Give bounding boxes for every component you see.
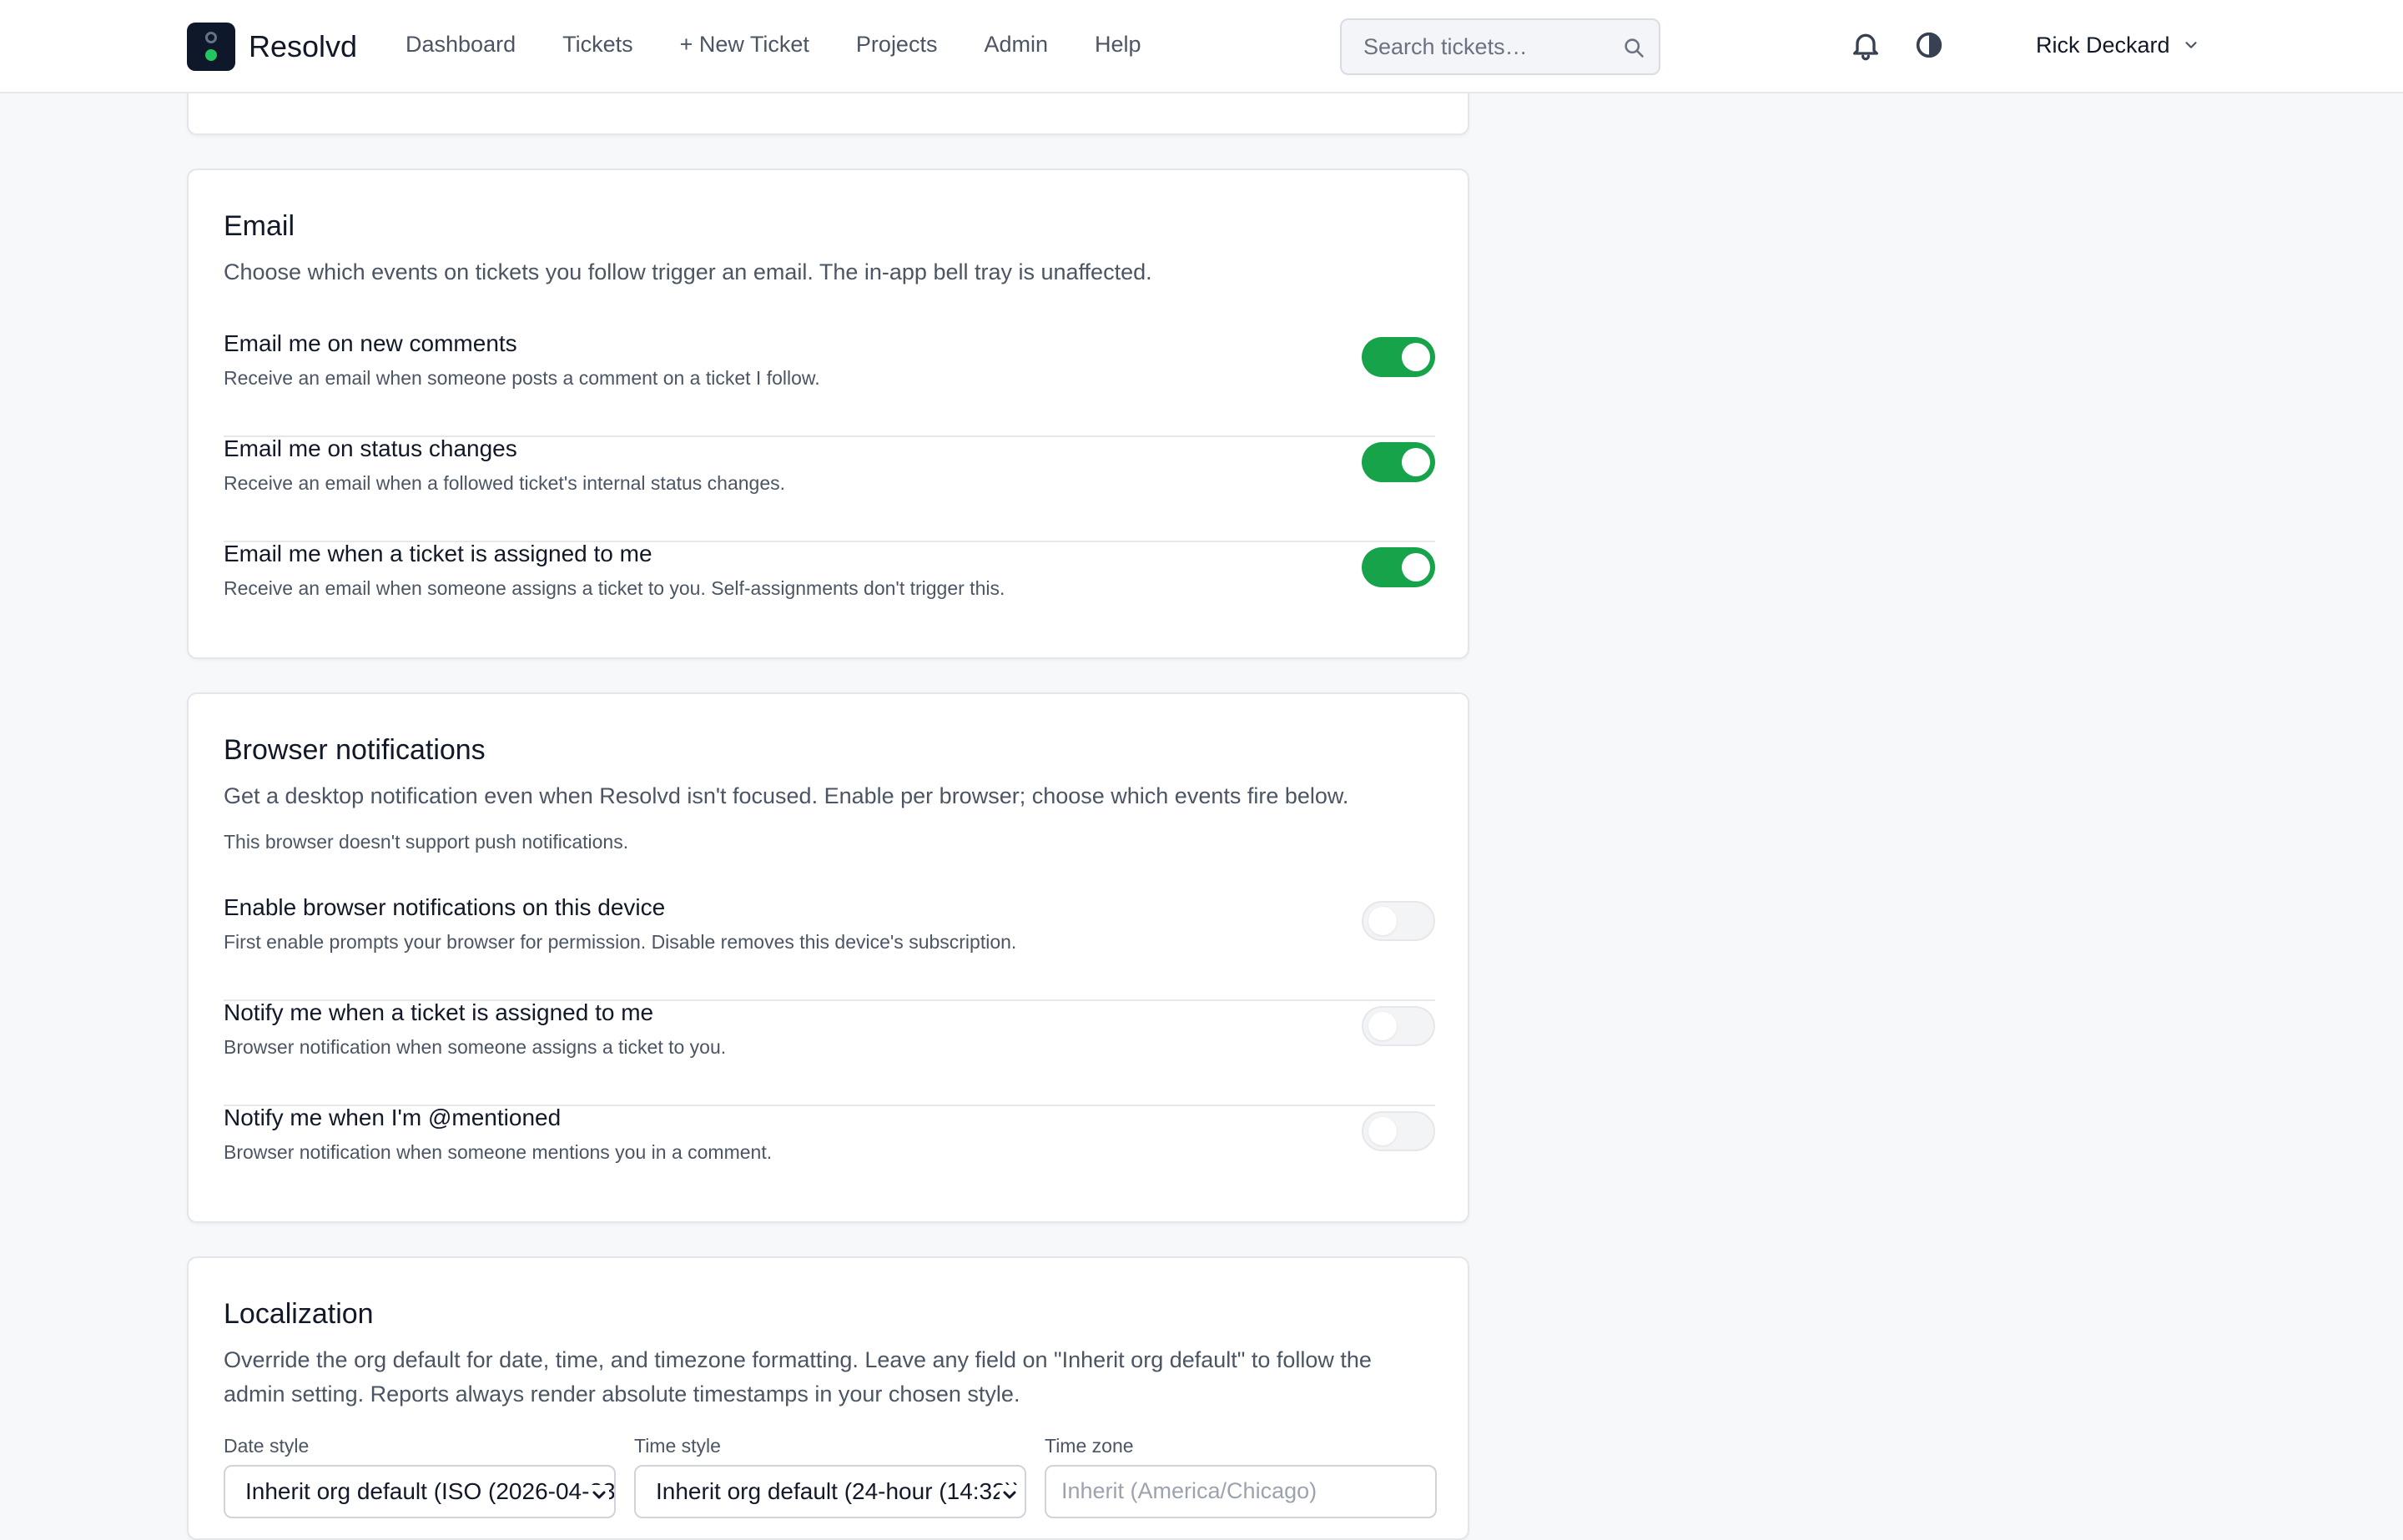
- resolvd-logo-icon: [187, 23, 235, 71]
- localization-card: Localization Override the org default fo…: [187, 1256, 1469, 1540]
- browser-assigned-row: Notify me when a ticket is assigned to m…: [224, 999, 1435, 1106]
- email-assigned-toggle[interactable]: [1362, 547, 1435, 587]
- email-section-title: Email: [224, 210, 295, 242]
- nav-dashboard[interactable]: Dashboard: [406, 32, 516, 58]
- user-name: Rick Deckard: [2036, 32, 2170, 58]
- browser-mentioned-toggle[interactable]: [1362, 1111, 1435, 1151]
- email-settings-card: Email Choose which events on tickets you…: [187, 169, 1469, 659]
- main-nav: Dashboard Tickets + New Ticket Projects …: [406, 0, 1188, 88]
- browser-section-title: Browser notifications: [224, 734, 486, 766]
- email-new-comments-row: Email me on new comments Receive an emai…: [224, 330, 1435, 437]
- email-assigned-row: Email me when a ticket is assigned to me…: [224, 541, 1435, 646]
- push-unsupported-note: This browser doesn't support push notifi…: [224, 831, 629, 853]
- user-menu[interactable]: Rick Deckard: [2036, 28, 2200, 62]
- browser-enable-row: Enable browser notifications on this dev…: [224, 894, 1435, 1001]
- chevron-down-icon: [589, 1485, 609, 1505]
- setting-label: Notify me when a ticket is assigned to m…: [224, 999, 654, 1025]
- brand-link[interactable]: Resolvd: [187, 23, 357, 71]
- top-navigation-bar: Resolvd Dashboard Tickets + New Ticket P…: [0, 0, 2403, 93]
- date-style-value: Inherit org default (ISO (2026-04-23)): [245, 1478, 616, 1504]
- time-zone-placeholder: Inherit (America/Chicago): [1061, 1478, 1317, 1503]
- email-section-description: Choose which events on tickets you follo…: [224, 259, 1152, 284]
- email-status-changes-toggle[interactable]: [1362, 442, 1435, 482]
- browser-notifications-card: Browser notifications Get a desktop noti…: [187, 692, 1469, 1223]
- date-style-label: Date style: [224, 1435, 310, 1457]
- setting-help-text: Receive an email when someone posts a co…: [224, 367, 820, 389]
- setting-help-text: Browser notification when someone assign…: [224, 1036, 727, 1058]
- brand-name: Resolvd: [249, 29, 358, 63]
- setting-label: Enable browser notifications on this dev…: [224, 894, 666, 920]
- search-box: [1340, 18, 1660, 75]
- time-zone-label: Time zone: [1045, 1435, 1134, 1457]
- nav-admin[interactable]: Admin: [984, 32, 1048, 58]
- date-style-select[interactable]: Inherit org default (ISO (2026-04-23)): [224, 1465, 616, 1518]
- nav-tickets[interactable]: Tickets: [562, 32, 633, 58]
- nav-projects[interactable]: Projects: [856, 32, 938, 58]
- setting-label: Notify me when I'm @mentioned: [224, 1105, 562, 1130]
- setting-help-text: First enable prompts your browser for pe…: [224, 931, 1017, 953]
- setting-help-text: Receive an email when someone assigns a …: [224, 577, 1005, 599]
- nav-new-ticket[interactable]: + New Ticket: [680, 32, 809, 58]
- chevron-down-icon: [1000, 1485, 1020, 1505]
- setting-label: Email me when a ticket is assigned to me: [224, 541, 652, 566]
- time-style-select[interactable]: Inherit org default (24-hour (14:32)): [634, 1465, 1026, 1518]
- setting-help-text: Receive an email when a followed ticket'…: [224, 472, 786, 494]
- email-status-changes-row: Email me on status changes Receive an em…: [224, 435, 1435, 542]
- browser-enable-toggle[interactable]: [1362, 901, 1435, 941]
- time-style-value: Inherit org default (24-hour (14:32)): [656, 1478, 1021, 1504]
- theme-contrast-icon[interactable]: [1912, 28, 1946, 62]
- localization-section-description: Override the org default for date, time,…: [224, 1347, 1372, 1407]
- time-zone-input[interactable]: Inherit (America/Chicago): [1045, 1465, 1437, 1518]
- search-icon[interactable]: [1622, 36, 1645, 59]
- localization-section-title: Localization: [224, 1298, 374, 1330]
- setting-help-text: Browser notification when someone mentio…: [224, 1141, 773, 1163]
- bell-icon[interactable]: [1849, 28, 1882, 62]
- setting-label: Email me on status changes: [224, 435, 517, 461]
- browser-mentioned-row: Notify me when I'm @mentioned Browser no…: [224, 1105, 1435, 1210]
- browser-assigned-toggle[interactable]: [1362, 1006, 1435, 1046]
- email-new-comments-toggle[interactable]: [1362, 337, 1435, 377]
- time-style-label: Time style: [634, 1435, 721, 1457]
- chevron-down-icon: [2184, 42, 2197, 48]
- setting-label: Email me on new comments: [224, 330, 517, 356]
- search-input[interactable]: [1342, 20, 1630, 73]
- nav-help[interactable]: Help: [1095, 32, 1141, 58]
- browser-section-description: Get a desktop notification even when Res…: [224, 783, 1349, 808]
